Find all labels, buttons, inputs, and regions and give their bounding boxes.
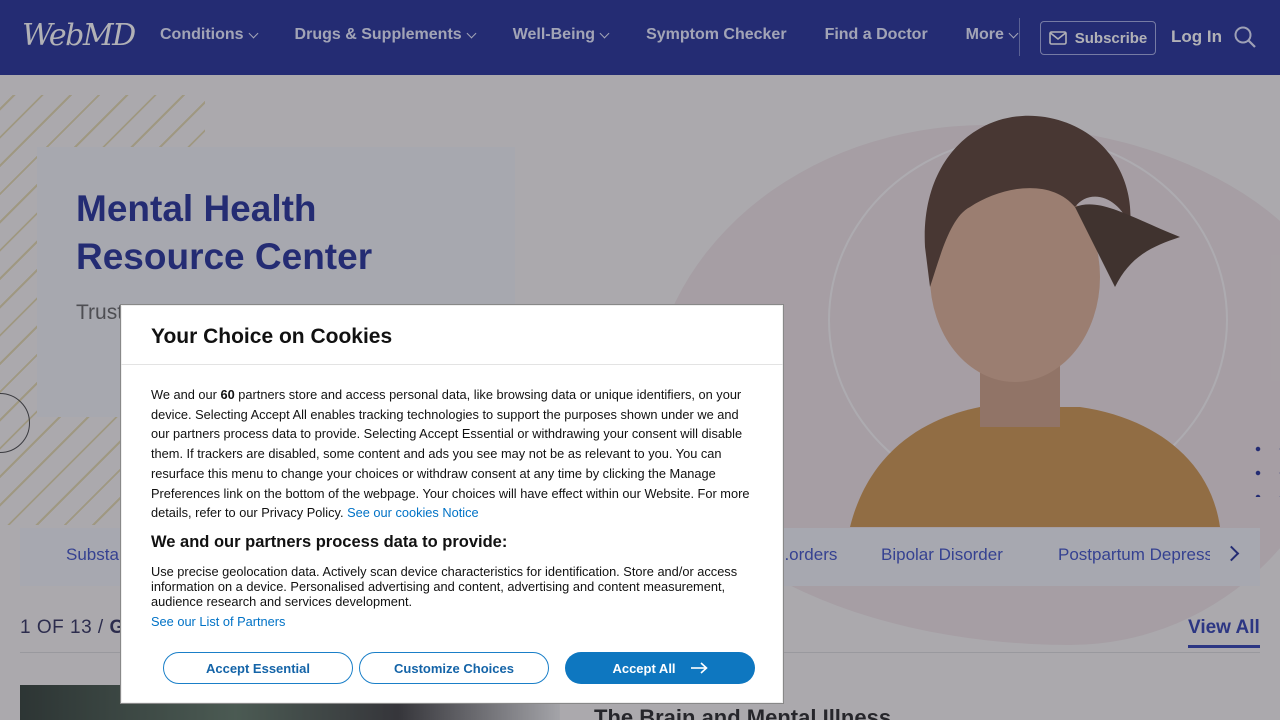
purposes-text: Use precise geolocation data. Actively s… <box>151 564 738 609</box>
dialog-divider <box>121 364 783 365</box>
arrow-right-icon <box>690 662 708 674</box>
dialog-title: Your Choice on Cookies <box>151 325 393 348</box>
customize-choices-button[interactable]: Customize Choices <box>359 652 549 684</box>
partner-count: 60 <box>220 387 235 402</box>
dialog-body-text: We and our 60 partners store and access … <box>151 387 750 521</box>
accept-essential-button[interactable]: Accept Essential <box>163 652 353 684</box>
purposes-heading: We and our partners process data to prov… <box>151 533 508 551</box>
cookie-consent-dialog: Your Choice on Cookies We and our 60 par… <box>120 304 784 704</box>
partners-list-link[interactable]: See our List of Partners <box>151 614 285 629</box>
cookies-notice-link[interactable]: See our cookies Notice <box>347 505 479 520</box>
accept-all-button[interactable]: Accept All <box>565 652 755 684</box>
